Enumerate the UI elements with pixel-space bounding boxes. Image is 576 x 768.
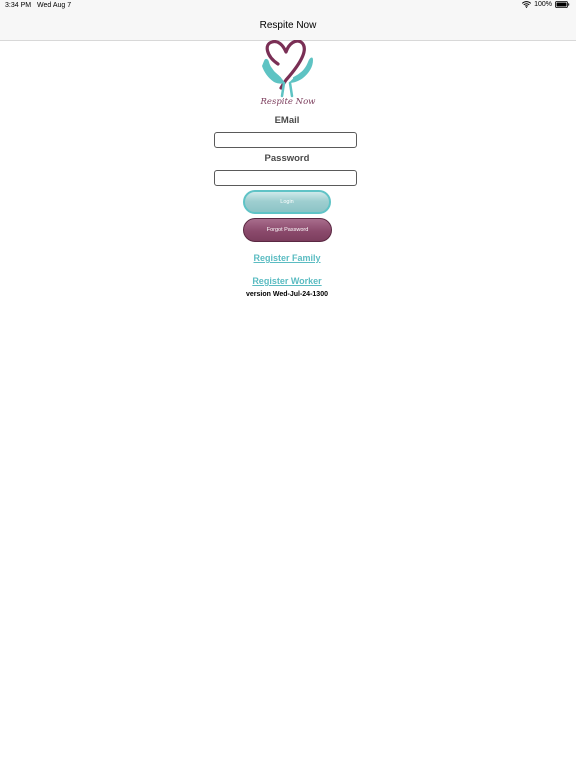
- forgot-password-button[interactable]: Forgot Password: [243, 218, 332, 242]
- register-worker-link[interactable]: Register Worker: [214, 276, 360, 286]
- version-label: version Wed-Jul-24-1300: [246, 291, 328, 298]
- login-button[interactable]: Login: [243, 190, 331, 214]
- logo-text: Respite Now: [260, 97, 316, 107]
- battery-icon: [555, 1, 570, 8]
- email-label: EMail: [274, 115, 300, 126]
- status-date: Wed Aug 7: [37, 2, 72, 9]
- wifi-icon: [522, 1, 532, 8]
- status-indicators: 100%: [522, 1, 570, 8]
- battery-percent: 100%: [534, 1, 552, 8]
- password-field[interactable]: [214, 170, 357, 186]
- nav-title: Respite Now: [259, 20, 317, 31]
- status-bar: 3:34 PM Wed Aug 7 100%: [0, 0, 576, 12]
- email-field[interactable]: [214, 132, 357, 148]
- navigation-bar: Respite Now: [0, 12, 576, 41]
- password-label: Password: [264, 153, 310, 164]
- status-time: 3:34 PM: [5, 2, 32, 9]
- register-family-link[interactable]: Register Family: [214, 253, 360, 263]
